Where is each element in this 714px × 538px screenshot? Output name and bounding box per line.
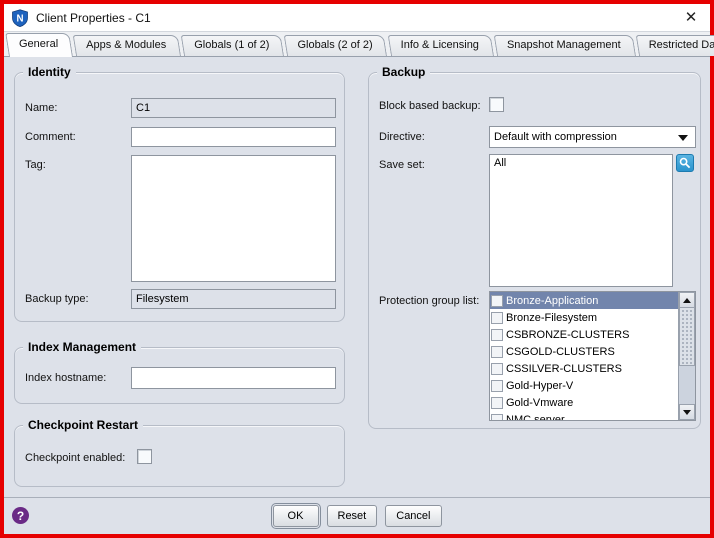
help-icon[interactable]: ? [12,507,29,524]
scrollbar-track[interactable] [679,366,695,404]
tag-label: Tag: [25,159,46,171]
index-management-legend: Index Management [23,340,141,354]
titlebar: N Client Properties - C1 ✕ [4,4,710,31]
directive-label: Directive: [379,131,425,143]
identity-legend: Identity [23,65,76,79]
svg-text:N: N [16,13,23,24]
block-based-backup-label: Block based backup: [379,100,481,112]
list-scrollbar[interactable] [678,292,695,420]
identity-group: Identity Name: Comment: Tag: Backup type… [14,72,345,322]
index-management-group: Index Management Index hostname: [14,347,345,404]
directive-dropdown[interactable]: Default with compression [489,126,696,148]
name-field[interactable] [131,98,336,118]
save-set-label: Save set: [379,159,425,171]
list-item[interactable]: CSBRONZE-CLUSTERS [490,326,678,343]
list-item-checkbox[interactable] [491,414,503,421]
cancel-button[interactable]: Cancel [385,505,441,527]
list-item-label: CSGOLD-CLUSTERS [506,346,615,358]
list-item-checkbox[interactable] [491,363,503,375]
list-item-label: CSBRONZE-CLUSTERS [506,329,629,341]
ok-button[interactable]: OK [273,505,319,527]
backup-type-label: Backup type: [25,293,89,305]
list-item-label: Gold-Hyper-V [506,380,573,392]
backup-group: Backup Block based backup: Directive: De… [368,72,701,429]
list-item-checkbox[interactable] [491,312,503,324]
list-item-label: NMC server [506,414,565,421]
scrollbar-thumb[interactable] [679,308,695,366]
list-item[interactable]: CSSILVER-CLUSTERS [490,360,678,377]
checkpoint-restart-group: Checkpoint Restart Checkpoint enabled: [14,425,345,487]
tab-globals-2[interactable]: Globals (2 of 2) [287,35,387,56]
backup-type-field[interactable] [131,289,336,309]
protection-group-list-label: Protection group list: [379,295,479,307]
save-set-search-button[interactable] [676,154,694,172]
list-item-checkbox[interactable] [491,346,503,358]
client-properties-dialog: N Client Properties - C1 ✕ General Apps … [0,0,714,538]
tab-snapshot-management[interactable]: Snapshot Management [497,35,636,56]
list-item-checkbox[interactable] [491,295,503,307]
checkpoint-restart-legend: Checkpoint Restart [23,418,143,432]
footer-bar: ? OK Reset Cancel [4,497,710,534]
list-item-label: Gold-Vmware [506,397,573,409]
protection-group-list: Bronze-Application Bronze-Filesystem CSB… [489,291,696,421]
search-icon [679,157,691,169]
list-item-label: Bronze-Application [506,295,598,307]
protection-group-rows: Bronze-Application Bronze-Filesystem CSB… [490,292,678,420]
list-item[interactable]: NMC server [490,411,678,420]
list-item-checkbox[interactable] [491,380,503,392]
index-hostname-field[interactable] [131,367,336,389]
general-tab-panel: Identity Name: Comment: Tag: Backup type… [4,57,710,497]
tab-restricted-data-zones[interactable]: Restricted Data Zones [639,35,714,56]
list-item[interactable]: CSGOLD-CLUSTERS [490,343,678,360]
list-item-checkbox[interactable] [491,397,503,409]
chevron-down-icon [678,135,688,141]
scroll-down-icon[interactable] [679,404,695,420]
comment-field[interactable] [131,127,336,147]
tab-info-licensing[interactable]: Info & Licensing [391,35,494,56]
reset-button[interactable]: Reset [327,505,378,527]
checkpoint-enabled-label: Checkpoint enabled: [25,452,125,464]
window-title: Client Properties - C1 [36,11,151,25]
backup-legend: Backup [377,65,430,79]
networker-shield-icon: N [11,9,29,27]
tab-apps-modules[interactable]: Apps & Modules [76,35,181,56]
list-item[interactable]: Bronze-Application [490,292,678,309]
tab-bar: General Apps & Modules Globals (1 of 2) … [4,31,710,57]
list-item[interactable]: Bronze-Filesystem [490,309,678,326]
scroll-up-icon[interactable] [679,292,695,308]
checkpoint-enabled-checkbox[interactable] [137,449,152,464]
tab-globals-1[interactable]: Globals (1 of 2) [184,35,284,56]
directive-selected-value: Default with compression [494,131,617,143]
index-hostname-label: Index hostname: [25,372,106,384]
block-based-backup-checkbox[interactable] [489,97,504,112]
tab-general[interactable]: General [9,33,73,56]
list-item-label: Bronze-Filesystem [506,312,597,324]
list-item[interactable]: Gold-Hyper-V [490,377,678,394]
save-set-field[interactable]: All [489,154,673,287]
comment-label: Comment: [25,131,76,143]
tag-field[interactable] [131,155,336,282]
list-item-checkbox[interactable] [491,329,503,341]
close-icon[interactable]: ✕ [682,9,700,27]
name-label: Name: [25,102,57,114]
list-item-label: CSSILVER-CLUSTERS [506,363,622,375]
list-item[interactable]: Gold-Vmware [490,394,678,411]
